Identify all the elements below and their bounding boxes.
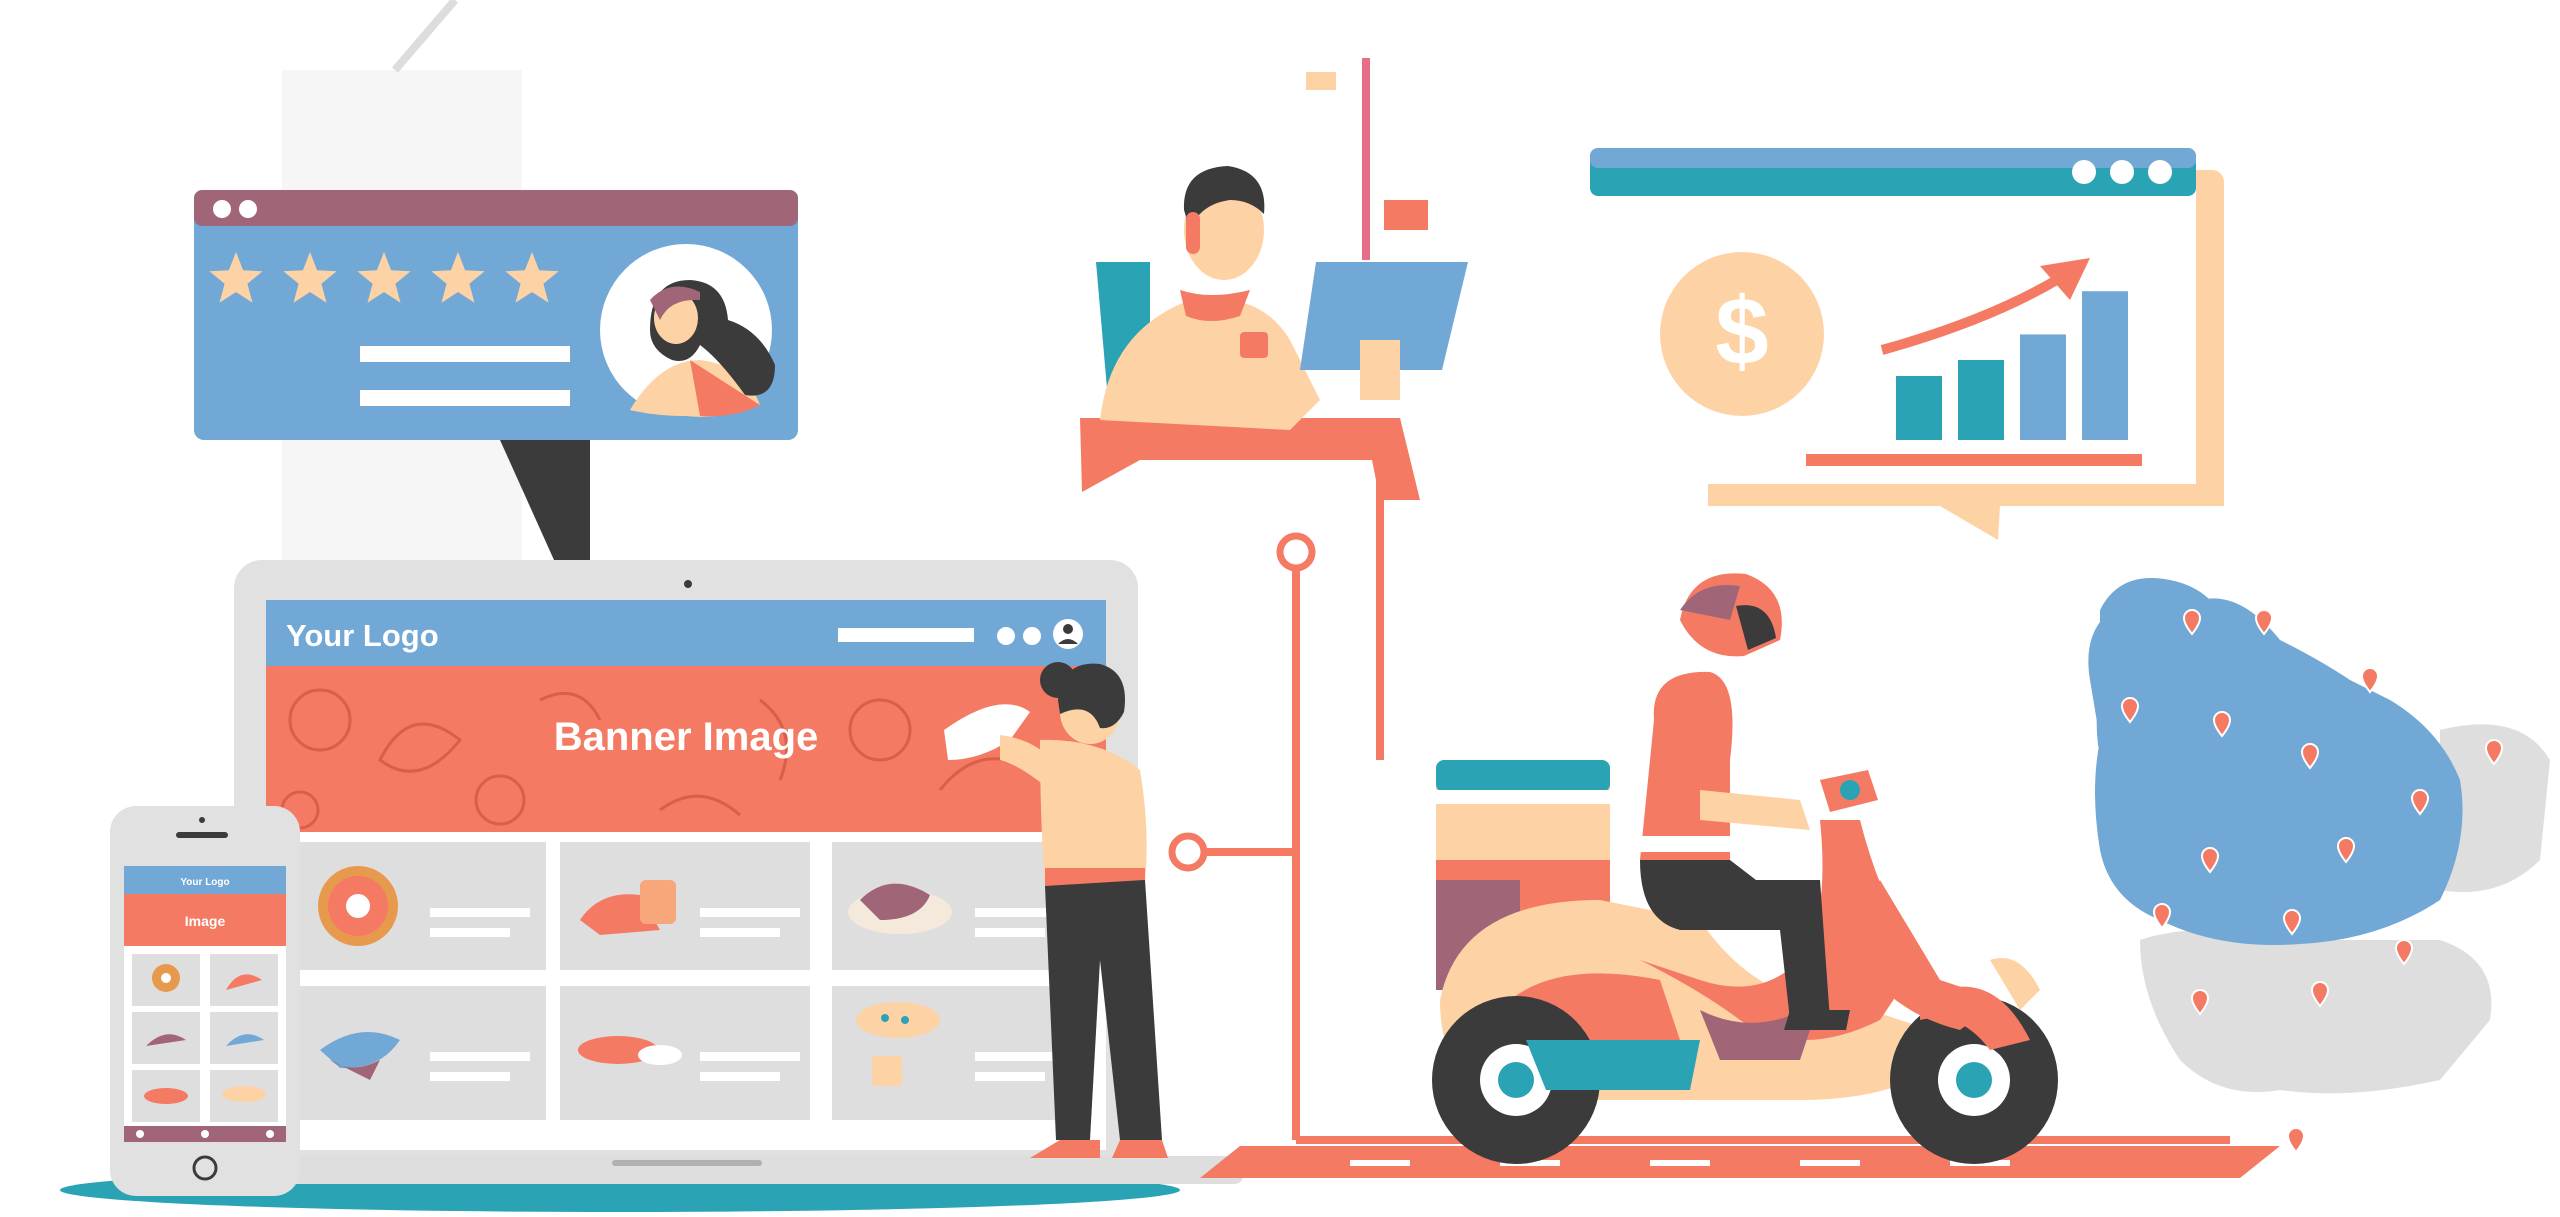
svg-text:$: $ (1715, 278, 1768, 385)
user-icon (1053, 619, 1083, 649)
product-card (296, 986, 546, 1120)
window-dot (213, 200, 231, 218)
chart-baseline (1806, 454, 2142, 466)
product-card (560, 986, 810, 1120)
product-card (560, 842, 810, 970)
review-text-line (360, 390, 570, 406)
illustration-stage: Your Logo Banner Image Your Logo Image $ (60, 0, 2550, 1212)
usa-region (2140, 930, 2492, 1094)
review-text-line (360, 346, 570, 362)
window-dot (2072, 160, 2096, 184)
laptop-camera (684, 580, 692, 588)
window-dot (239, 200, 257, 218)
network-node (1276, 532, 1316, 572)
bar (2020, 334, 2066, 440)
site-search-bar (838, 628, 974, 642)
bar (1896, 376, 1942, 440)
analytics-card: $ (1590, 148, 2224, 540)
bg-diagonal (391, 0, 459, 73)
phone-site-logo: Your Logo (180, 877, 229, 888)
phone: Your Logo Image (110, 806, 300, 1196)
network-node (1168, 832, 1208, 872)
support-agent (1080, 58, 1468, 500)
bar (2082, 291, 2128, 440)
map-pin-icon (2286, 1127, 2306, 1154)
product-card (832, 986, 1082, 1120)
banner-title: Banner Image (554, 715, 819, 759)
bar (1958, 360, 2004, 440)
phone-banner-title: Image (185, 913, 226, 929)
north-america-map (2088, 578, 2550, 1154)
window-dot (997, 627, 1015, 645)
dollar-icon: $ (1660, 252, 1824, 416)
product-card (296, 842, 546, 970)
map-pin-icon (2152, 903, 2172, 930)
window-dot (1023, 627, 1041, 645)
window-dot (2110, 160, 2134, 184)
window-dot (2148, 160, 2172, 184)
site-logo: Your Logo (286, 618, 439, 653)
pizza-icon (856, 1002, 940, 1038)
